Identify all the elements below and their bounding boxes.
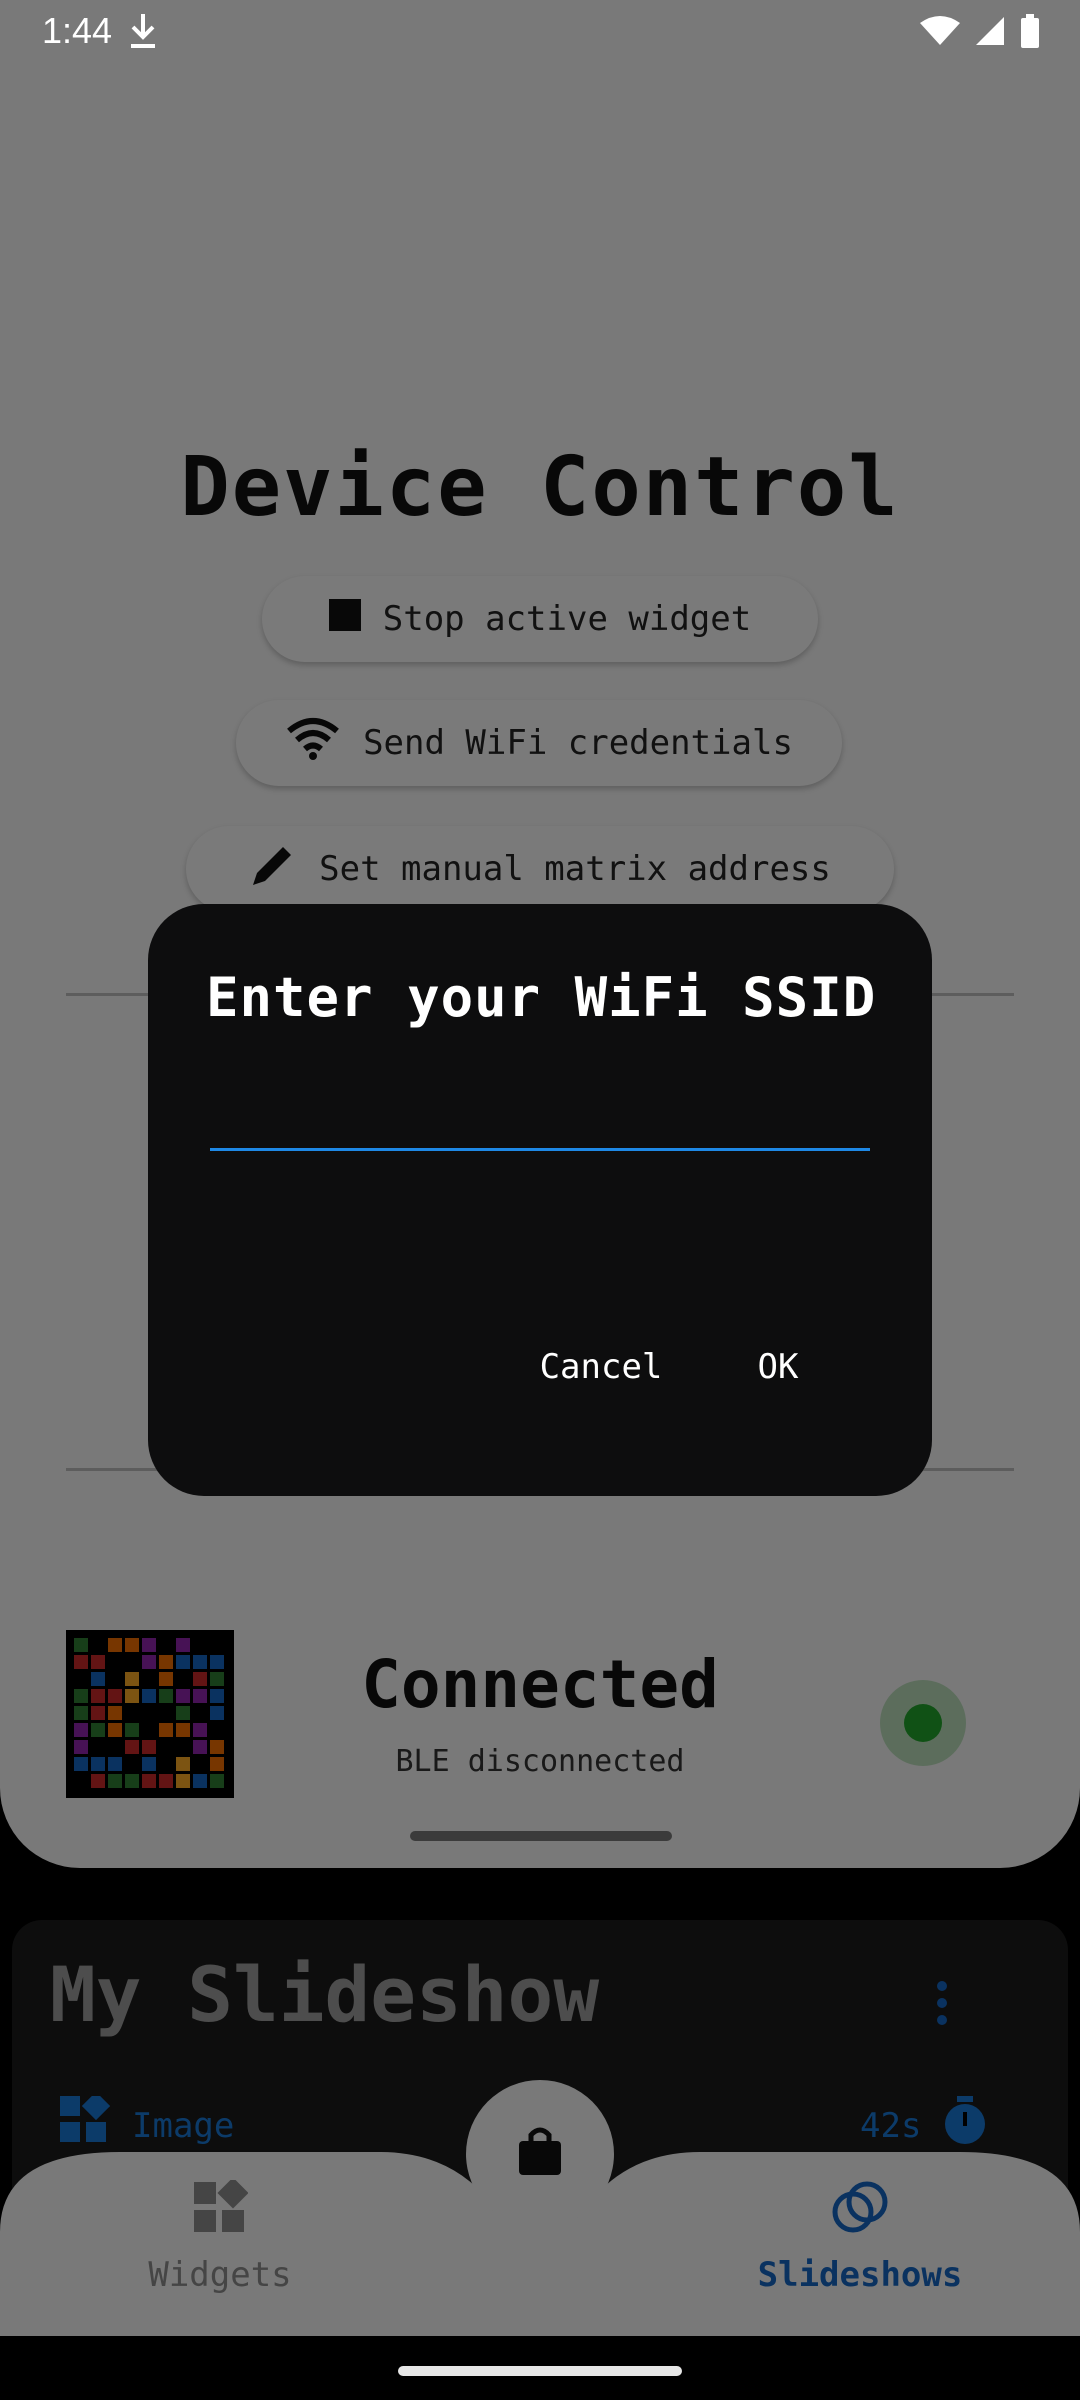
status-time: 1:44: [42, 10, 113, 51]
battery-icon: [1020, 14, 1040, 52]
cancel-button[interactable]: Cancel: [526, 1334, 676, 1398]
cell-signal-icon: [974, 15, 1006, 51]
input-underline: [210, 1148, 870, 1151]
download-icon: [128, 12, 158, 54]
dialog-title: Enter your WiFi SSID: [206, 966, 877, 1029]
wifi-signal-icon: [920, 15, 960, 51]
wifi-ssid-dialog: Enter your WiFi SSID Cancel OK: [148, 904, 932, 1496]
wifi-ssid-input[interactable]: [210, 1074, 874, 1150]
gesture-navigation-bar[interactable]: [398, 2366, 682, 2376]
ok-button[interactable]: OK: [738, 1334, 818, 1398]
status-bar: 1:44: [0, 0, 1080, 64]
